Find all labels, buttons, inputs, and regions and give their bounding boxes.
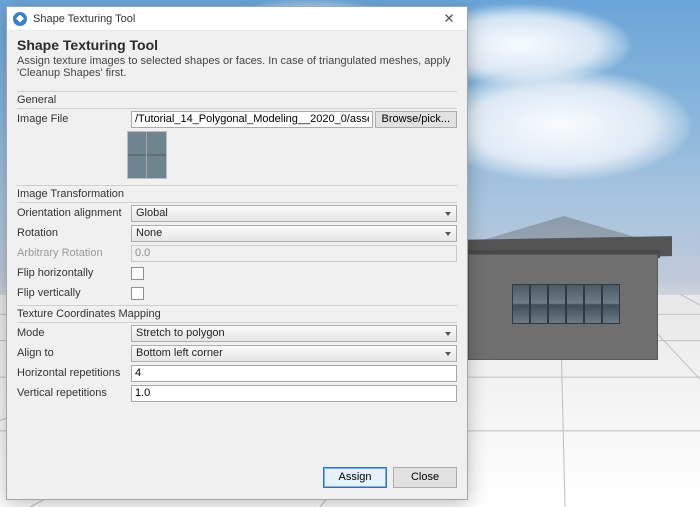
group-tex-coord: Texture Coordinates Mapping: [17, 305, 457, 323]
cloud: [430, 70, 690, 180]
browse-button[interactable]: Browse/pick...: [375, 111, 457, 128]
align-to-dropdown[interactable]: Bottom left corner: [131, 345, 457, 362]
align-to-value: Bottom left corner: [136, 347, 223, 359]
assign-button[interactable]: Assign: [323, 467, 387, 488]
titlebar[interactable]: Shape Texturing Tool ✕: [7, 7, 467, 31]
label-h-reps: Horizontal repetitions: [17, 367, 127, 379]
flip-horizontal-checkbox[interactable]: [131, 267, 144, 280]
orientation-value: Global: [136, 207, 168, 219]
horizontal-repetitions-field[interactable]: [131, 365, 457, 382]
vertical-repetitions-field[interactable]: [131, 385, 457, 402]
group-general: General: [17, 91, 457, 109]
label-mode: Mode: [17, 327, 127, 339]
dialog-title: Shape Texturing Tool: [17, 37, 457, 53]
rotation-value: None: [136, 227, 162, 239]
window-title: Shape Texturing Tool: [33, 13, 431, 25]
group-image-transformation: Image Transformation: [17, 185, 457, 203]
label-rotation: Rotation: [17, 227, 127, 239]
mode-value: Stretch to polygon: [136, 327, 225, 339]
close-icon[interactable]: ✕: [437, 10, 461, 28]
label-align-to: Align to: [17, 347, 127, 359]
label-image-file: Image File: [17, 113, 127, 125]
arbitrary-rotation-field: [131, 245, 457, 262]
dialog-subtitle: Assign texture images to selected shapes…: [17, 55, 457, 79]
flip-vertical-checkbox[interactable]: [131, 287, 144, 300]
texture-thumbnail[interactable]: [127, 131, 167, 179]
app-icon: [13, 12, 27, 26]
shape-texturing-dialog: Shape Texturing Tool ✕ Shape Texturing T…: [6, 6, 468, 500]
orientation-dropdown[interactable]: Global: [131, 205, 457, 222]
label-orientation: Orientation alignment: [17, 207, 127, 219]
label-flip-h: Flip horizontally: [17, 267, 127, 279]
close-button[interactable]: Close: [393, 467, 457, 488]
rotation-dropdown[interactable]: None: [131, 225, 457, 242]
label-flip-v: Flip vertically: [17, 287, 127, 299]
dialog-footer: Assign Close: [7, 463, 467, 499]
label-arbitrary-rotation: Arbitrary Rotation: [17, 247, 127, 259]
mode-dropdown[interactable]: Stretch to polygon: [131, 325, 457, 342]
label-v-reps: Vertical repetitions: [17, 387, 127, 399]
image-file-field[interactable]: [131, 111, 373, 128]
building-model: [468, 210, 678, 370]
